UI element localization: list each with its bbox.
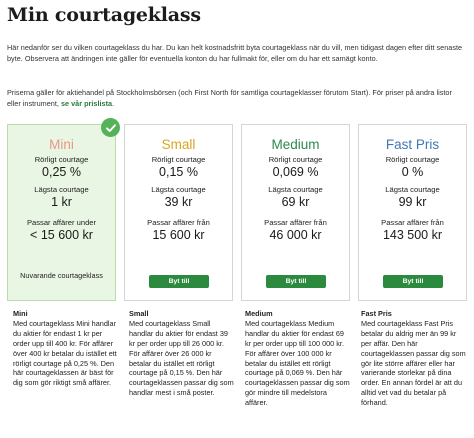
class-description-fast-pris: Fast Pris Med courtageklass Fast Pris be…	[361, 309, 467, 408]
selected-check-icon	[101, 118, 120, 137]
change-to-fast-pris-button[interactable]: Byt till	[383, 275, 443, 288]
current-class-text: Nuvarande courtageklass	[20, 271, 103, 280]
min-fee-label: Lägsta courtage	[268, 185, 323, 194]
class-description-medium: Medium Med courtageklass Medium handlar …	[245, 309, 351, 408]
description-title: Mini	[13, 309, 28, 318]
class-name: Small	[161, 137, 196, 152]
class-description-small: Small Med courtageklass Small handlar du…	[129, 309, 235, 398]
description-text: Med courtageklass Medium handlar du akti…	[245, 318, 350, 408]
description-text: Med courtageklass Fast Pris betalar du a…	[361, 318, 466, 408]
pricing-note: Priserna gäller för aktiehandel på Stock…	[7, 88, 467, 109]
suits-label: Passar affärer från	[147, 218, 210, 227]
variable-fee-value: 0,25 %	[42, 165, 81, 179]
min-fee-label: Lägsta courtage	[34, 185, 89, 194]
min-fee-label: Lägsta courtage	[151, 185, 206, 194]
description-title: Medium	[245, 309, 273, 318]
variable-fee-label: Rörligt courtage	[385, 155, 440, 164]
class-card-mini: Mini Rörligt courtage 0,25 % Lägsta cour…	[7, 124, 116, 301]
change-to-medium-button[interactable]: Byt till	[266, 275, 326, 288]
suits-label: Passar affärer från	[264, 218, 327, 227]
class-card-fast-pris: Fast Pris Rörligt courtage 0 % Lägsta co…	[358, 124, 467, 301]
suits-value: 46 000 kr	[269, 228, 322, 242]
variable-fee-value: 0,069 %	[272, 165, 319, 179]
courtage-class-cards: Mini Rörligt courtage 0,25 % Lägsta cour…	[7, 124, 467, 301]
min-fee-value: 1 kr	[51, 195, 72, 209]
change-to-small-button[interactable]: Byt till	[149, 275, 209, 288]
min-fee-label: Lägsta courtage	[385, 185, 440, 194]
class-name: Fast Pris	[385, 137, 440, 152]
description-title: Fast Pris	[361, 309, 392, 318]
pricing-note-end: .	[112, 98, 115, 108]
suits-value: 143 500 kr	[382, 228, 443, 242]
suits-value: < 15 600 kr	[30, 228, 93, 242]
description-text: Med courtageklass Mini handlar du aktier…	[13, 318, 117, 388]
variable-fee-label: Rörligt courtage	[34, 155, 89, 164]
description-title: Small	[129, 309, 149, 318]
min-fee-value: 69 kr	[281, 195, 310, 209]
suits-label: Passar affärer från	[381, 218, 444, 227]
min-fee-value: 99 kr	[398, 195, 427, 209]
description-text: Med courtageklass Small handlar du aktie…	[129, 318, 234, 398]
intro-text: Här nedanför ser du vilken courtageklass…	[7, 43, 463, 63]
class-name: Mini	[49, 137, 74, 152]
class-card-small: Small Rörligt courtage 0,15 % Lägsta cou…	[124, 124, 233, 301]
suits-value: 15 600 kr	[152, 228, 205, 242]
min-fee-value: 39 kr	[164, 195, 193, 209]
variable-fee-value: 0,15 %	[159, 165, 198, 179]
class-description-mini: Mini Med courtageklass Mini handlar du a…	[13, 309, 119, 388]
class-name: Medium	[271, 137, 320, 152]
variable-fee-value: 0 %	[401, 165, 424, 179]
page-title: Min courtageklass	[7, 4, 201, 26]
price-list-link[interactable]: se vår prislista	[61, 99, 112, 108]
class-card-medium: Medium Rörligt courtage 0,069 % Lägsta c…	[241, 124, 350, 301]
variable-fee-label: Rörligt courtage	[151, 155, 206, 164]
suits-label: Passar affärer under	[26, 218, 97, 227]
variable-fee-label: Rörligt courtage	[268, 155, 323, 164]
